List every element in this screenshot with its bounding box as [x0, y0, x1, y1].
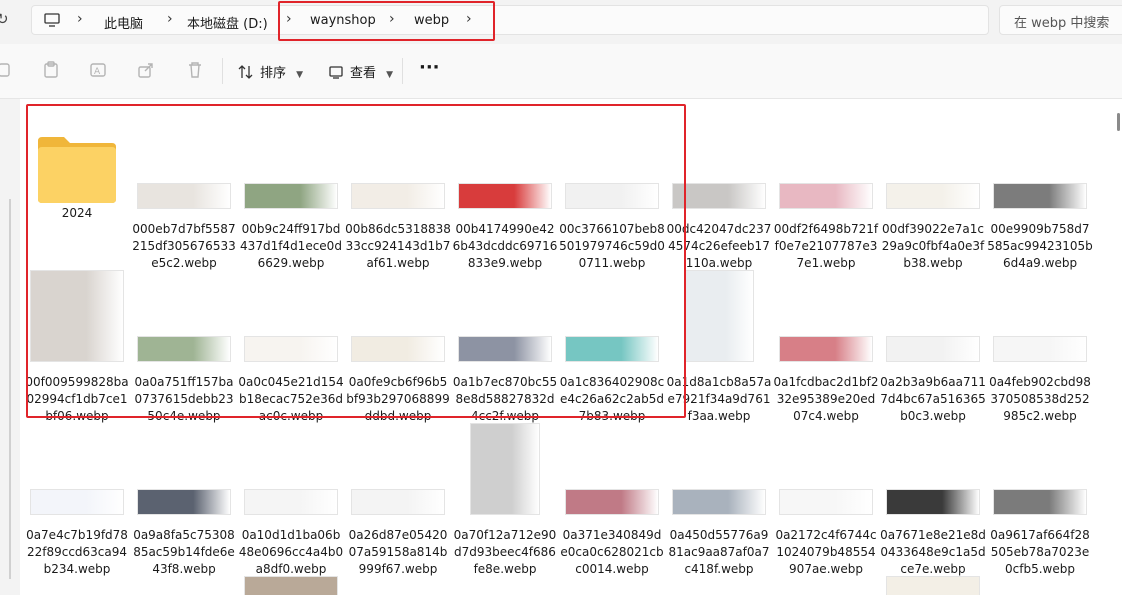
image-thumbnail [30, 425, 124, 515]
image-thumbnail [672, 119, 766, 209]
file-name-label: 00e9909b758d7585ac99423105b6d4a9.webp [987, 222, 1093, 270]
thumbnail-image [779, 489, 873, 515]
file-name-label: 0a1fcdbac2d1bf232e95389e20ed07c4.webp [773, 375, 879, 423]
chevron-right-icon: › [77, 11, 83, 27]
address-row: ↻ › 此电脑 › 本地磁盘 (D:) › waynshop › webp › … [0, 0, 1122, 42]
thumbnail-image [672, 489, 766, 515]
file-name-label: 0a70f12a712e90d7d93beec4f686fe8e.webp [453, 528, 557, 576]
image-thumbnail [886, 272, 980, 362]
image-thumbnail [779, 119, 873, 209]
address-bar[interactable]: › 此电脑 › 本地磁盘 (D:) › waynshop › webp › [31, 5, 989, 35]
view-button[interactable]: 查看 ▼ [328, 62, 393, 81]
image-thumbnail [565, 425, 659, 515]
scrollbar-thumb[interactable] [1117, 113, 1120, 131]
file-name-label: 0a7671e8e21e8d0433648e9c1a5dce7e.webp [880, 528, 986, 576]
command-toolbar: A 排序 ▼ 查看 ▼ ··· [0, 44, 1122, 99]
svg-text:A: A [94, 67, 101, 77]
path-highlight-box [278, 1, 495, 41]
paste-icon[interactable] [42, 61, 60, 79]
file-name-label: 00df39022e7a1c29a9c0fbf4a0e3fb38.webp [881, 222, 985, 270]
file-name-label: 0a7e4c7b19fd7822f89ccd63ca94b234.webp [26, 528, 128, 576]
thumbnail-image [244, 489, 338, 515]
image-thumbnail[interactable] [244, 576, 338, 595]
toolbar-divider [402, 58, 403, 84]
view-label: 查看 [350, 66, 377, 81]
sort-label: 排序 [260, 66, 287, 81]
file-name-label: 0a2172c4f6744c1024079b48554907ae.webp [775, 528, 877, 576]
file-name-label: 0a371e340849de0ca0c628021cbc0014.webp [560, 528, 664, 576]
sort-icon [238, 65, 253, 79]
breadcrumb-local-disk[interactable]: 本地磁盘 (D:) [187, 13, 268, 32]
image-thumbnail [779, 272, 873, 362]
sort-button[interactable]: 排序 ▼ [238, 62, 303, 81]
share-icon[interactable] [137, 61, 155, 79]
files-highlight-box [26, 104, 686, 418]
thumbnail-image [30, 489, 124, 515]
thumbnail-image [993, 489, 1087, 515]
vertical-scrollbar[interactable] [1115, 99, 1122, 595]
file-name-label: 0a9a8fa5c7530885ac59b14fde6e43f8.webp [133, 528, 235, 576]
image-thumbnail [458, 423, 552, 515]
chevron-down-icon: ▼ [296, 70, 304, 80]
image-thumbnail [672, 270, 766, 362]
thumbnail-image [684, 270, 754, 362]
image-thumbnail [886, 119, 980, 209]
delete-icon[interactable] [186, 61, 204, 79]
thumbnail-image [886, 336, 980, 362]
image-thumbnail [137, 425, 231, 515]
thumbnail-image [993, 183, 1087, 209]
view-icon [329, 66, 343, 79]
navigation-pane-edge [0, 99, 20, 595]
image-thumbnail [993, 119, 1087, 209]
file-name-label: 0a4feb902cbd98370508538d252985c2.webp [989, 375, 1091, 423]
rename-icon[interactable]: A [89, 61, 107, 79]
thumbnail-image [351, 489, 445, 515]
image-thumbnail [244, 425, 338, 515]
thumbnail-image [565, 489, 659, 515]
file-name-label: 0a2b3a9b6aa7117d4bc67a516365b0c3.webp [880, 375, 986, 423]
file-name-label: 0a26d87e0542007a59158a814b999f67.webp [348, 528, 448, 576]
more-options-button[interactable]: ··· [419, 57, 440, 78]
cut-icon[interactable] [0, 61, 14, 79]
image-thumbnail [993, 425, 1087, 515]
image-thumbnail [993, 272, 1087, 362]
thumbnail-image [779, 336, 873, 362]
chevron-down-icon: ▼ [386, 70, 394, 80]
thumbnail-image [137, 489, 231, 515]
thumbnail-image [672, 183, 766, 209]
file-name-label: 00df2f6498b721ff0e7e2107787e37e1.webp [773, 222, 879, 270]
thumbnail-image [993, 336, 1087, 362]
file-name-label: 0a450d55776a981ac9aa87af0a7c418f.webp [668, 528, 770, 576]
file-name-label: 0a9617af664f28505eb78a7023e0cfb5.webp [990, 528, 1090, 576]
thumbnail-image [779, 183, 873, 209]
image-thumbnail [672, 425, 766, 515]
chevron-right-icon: › [167, 11, 173, 27]
image-thumbnail [886, 425, 980, 515]
toolbar-divider [222, 58, 223, 84]
breadcrumb-this-pc[interactable]: 此电脑 [104, 13, 143, 32]
image-thumbnail [779, 425, 873, 515]
image-thumbnail[interactable] [886, 576, 980, 595]
file-name-label: 0a10d1d1ba06b48e0696cc4a4b0a8df0.webp [238, 528, 344, 576]
refresh-icon[interactable]: ↻ [0, 10, 9, 28]
image-thumbnail [351, 425, 445, 515]
thumbnail-image [470, 423, 540, 515]
computer-icon [44, 13, 60, 27]
search-input[interactable]: 在 webp 中搜索 [999, 5, 1122, 35]
thumbnail-image [886, 489, 980, 515]
thumbnail-image [886, 183, 980, 209]
